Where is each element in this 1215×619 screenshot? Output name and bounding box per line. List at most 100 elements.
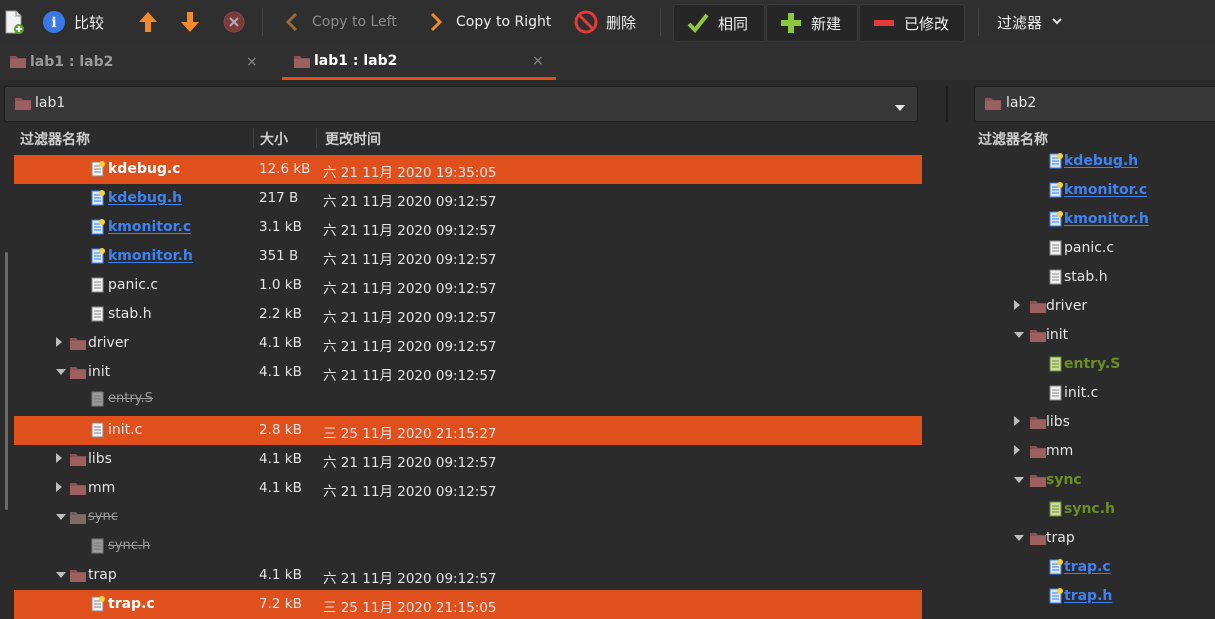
file-row[interactable]: init.c 2.8 kB 三 25 11月 2020 21:15:27 <box>14 416 922 445</box>
expander-collapsed-icon[interactable] <box>56 453 62 463</box>
column-header-time[interactable]: 更改时间 <box>325 129 381 149</box>
chevron-left-icon <box>280 10 304 34</box>
next-change-button[interactable] <box>178 4 202 40</box>
filter-modified-toggle[interactable]: 已修改 <box>859 4 965 42</box>
file-name: stab.h <box>108 306 152 322</box>
file-icon <box>90 596 106 612</box>
tab-label: lab1 : lab2 <box>30 54 114 70</box>
chevron-right-icon <box>424 10 448 34</box>
file-size: 12.6 kB <box>259 161 311 177</box>
toolbar-separator <box>660 8 661 36</box>
file-row[interactable]: sync <box>14 503 922 532</box>
arrow-up-icon <box>136 10 160 34</box>
delete-icon <box>574 10 598 34</box>
file-row[interactable]: panic.c <box>974 234 1214 263</box>
column-header-size[interactable]: 大小 <box>260 129 288 149</box>
file-row[interactable]: init <box>974 321 1214 350</box>
file-row[interactable]: sync.h <box>14 532 922 561</box>
file-row[interactable]: stab.h 2.2 kB 六 21 11月 2020 09:12:57 <box>14 300 922 329</box>
file-row[interactable]: kmonitor.c 3.1 kB 六 21 11月 2020 09:12:57 <box>14 213 922 242</box>
path-bar: lab1 lab2 <box>0 80 1215 126</box>
file-name: panic.c <box>108 277 159 293</box>
file-row[interactable]: mm 4.1 kB 六 21 11月 2020 09:12:57 <box>14 474 922 503</box>
right-path-combo[interactable]: lab2 <box>974 86 1215 122</box>
file-name: trap <box>88 567 117 583</box>
expander-collapsed-icon[interactable] <box>56 482 62 492</box>
file-name: sync.h <box>1064 501 1116 517</box>
file-row[interactable]: entry.S <box>14 385 922 414</box>
copy-to-left-button[interactable]: Copy to Left <box>280 4 397 40</box>
expander-collapsed-icon[interactable] <box>56 337 62 347</box>
file-row[interactable]: kmonitor.h 351 B 六 21 11月 2020 09:12:57 <box>14 242 922 271</box>
file-name: entry.S <box>108 391 153 406</box>
filter-new-label: 新建 <box>811 14 842 33</box>
new-comparison-button[interactable] <box>2 4 26 40</box>
file-row[interactable]: stab.h <box>974 263 1214 292</box>
file-row[interactable]: kdebug.c 12.6 kB 六 21 11月 2020 19:35:05 <box>14 155 922 184</box>
file-row[interactable]: entry.S <box>974 350 1214 379</box>
expander-collapsed-icon[interactable] <box>1014 445 1020 455</box>
file-row[interactable]: trap <box>974 524 1214 553</box>
left-column-headers: 过滤器名称 大小 更改时间 <box>0 126 930 150</box>
file-row[interactable]: driver 4.1 kB 六 21 11月 2020 09:12:57 <box>14 329 922 358</box>
file-row[interactable]: trap 4.1 kB 六 21 11月 2020 09:12:57 <box>14 561 922 590</box>
file-row[interactable]: mm <box>974 437 1214 466</box>
file-row[interactable]: libs <box>974 408 1214 437</box>
close-icon[interactable]: × <box>532 53 544 69</box>
left-path-combo[interactable]: lab1 <box>4 86 918 122</box>
expander-expanded-icon[interactable] <box>1014 535 1024 541</box>
file-name: init <box>88 364 111 380</box>
tab-comparison-2[interactable]: lab1 : lab2 × <box>282 44 556 80</box>
column-header-name[interactable]: 过滤器名称 <box>20 129 90 149</box>
expander-expanded-icon[interactable] <box>1014 477 1024 483</box>
file-row[interactable]: kdebug.h <box>974 147 1214 176</box>
file-row[interactable]: kdebug.h 217 B 六 21 11月 2020 09:12:57 <box>14 184 922 213</box>
file-row[interactable]: init 4.1 kB 六 21 11月 2020 09:12:57 <box>14 358 922 387</box>
delete-button[interactable]: 删除 <box>574 4 636 40</box>
right-column-header-name[interactable]: 过滤器名称 <box>978 129 1048 149</box>
filter-menu-button[interactable]: 过滤器 <box>997 4 1064 40</box>
previous-change-button[interactable] <box>136 4 160 40</box>
tab-comparison-1[interactable]: lab1 : lab2 × <box>0 44 274 80</box>
file-icon <box>90 190 106 206</box>
file-modified-time: 六 21 11月 2020 09:12:57 <box>323 484 497 500</box>
file-size: 217 B <box>259 190 299 206</box>
file-name: mm <box>1046 443 1074 459</box>
file-name: mm <box>88 480 116 496</box>
file-size: 4.1 kB <box>259 335 302 351</box>
file-name: kdebug.h <box>108 190 183 206</box>
copy-to-right-button[interactable]: Copy to Right <box>424 4 551 40</box>
file-modified-time: 六 21 11月 2020 19:35:05 <box>323 165 497 181</box>
file-row[interactable]: sync <box>974 466 1214 495</box>
file-row[interactable]: trap.c <box>974 553 1214 582</box>
file-row[interactable]: sync.h <box>974 495 1214 524</box>
file-size: 4.1 kB <box>259 567 302 583</box>
expander-expanded-icon[interactable] <box>56 514 66 520</box>
file-row[interactable]: kmonitor.h <box>974 205 1214 234</box>
compare-button[interactable]: i 比较 <box>42 4 104 40</box>
filter-same-toggle[interactable]: 相同 <box>673 4 765 42</box>
expander-expanded-icon[interactable] <box>56 572 66 578</box>
file-icon <box>1048 153 1064 169</box>
expander-expanded-icon[interactable] <box>56 369 66 375</box>
expander-expanded-icon[interactable] <box>1014 332 1024 338</box>
stop-button[interactable] <box>222 4 246 40</box>
file-row[interactable]: kmonitor.c <box>974 176 1214 205</box>
plus-icon <box>779 11 803 35</box>
file-row[interactable]: libs 4.1 kB 六 21 11月 2020 09:12:57 <box>14 445 922 474</box>
file-row[interactable]: panic.c 1.0 kB 六 21 11月 2020 09:12:57 <box>14 271 922 300</box>
left-scrollbar[interactable] <box>5 252 8 510</box>
folder-icon <box>70 451 86 467</box>
file-name: trap.h <box>1064 588 1113 604</box>
filter-new-toggle[interactable]: 新建 <box>766 4 858 42</box>
pane-splitter[interactable] <box>946 86 948 122</box>
file-row[interactable]: trap.h <box>974 582 1214 611</box>
expander-collapsed-icon[interactable] <box>1014 300 1020 310</box>
folder-icon <box>70 335 86 351</box>
close-icon[interactable]: × <box>246 54 258 70</box>
file-icon <box>1048 588 1064 604</box>
expander-collapsed-icon[interactable] <box>1014 416 1020 426</box>
file-row[interactable]: driver <box>974 292 1214 321</box>
file-row[interactable]: init.c <box>974 379 1214 408</box>
file-name: driver <box>88 335 130 351</box>
